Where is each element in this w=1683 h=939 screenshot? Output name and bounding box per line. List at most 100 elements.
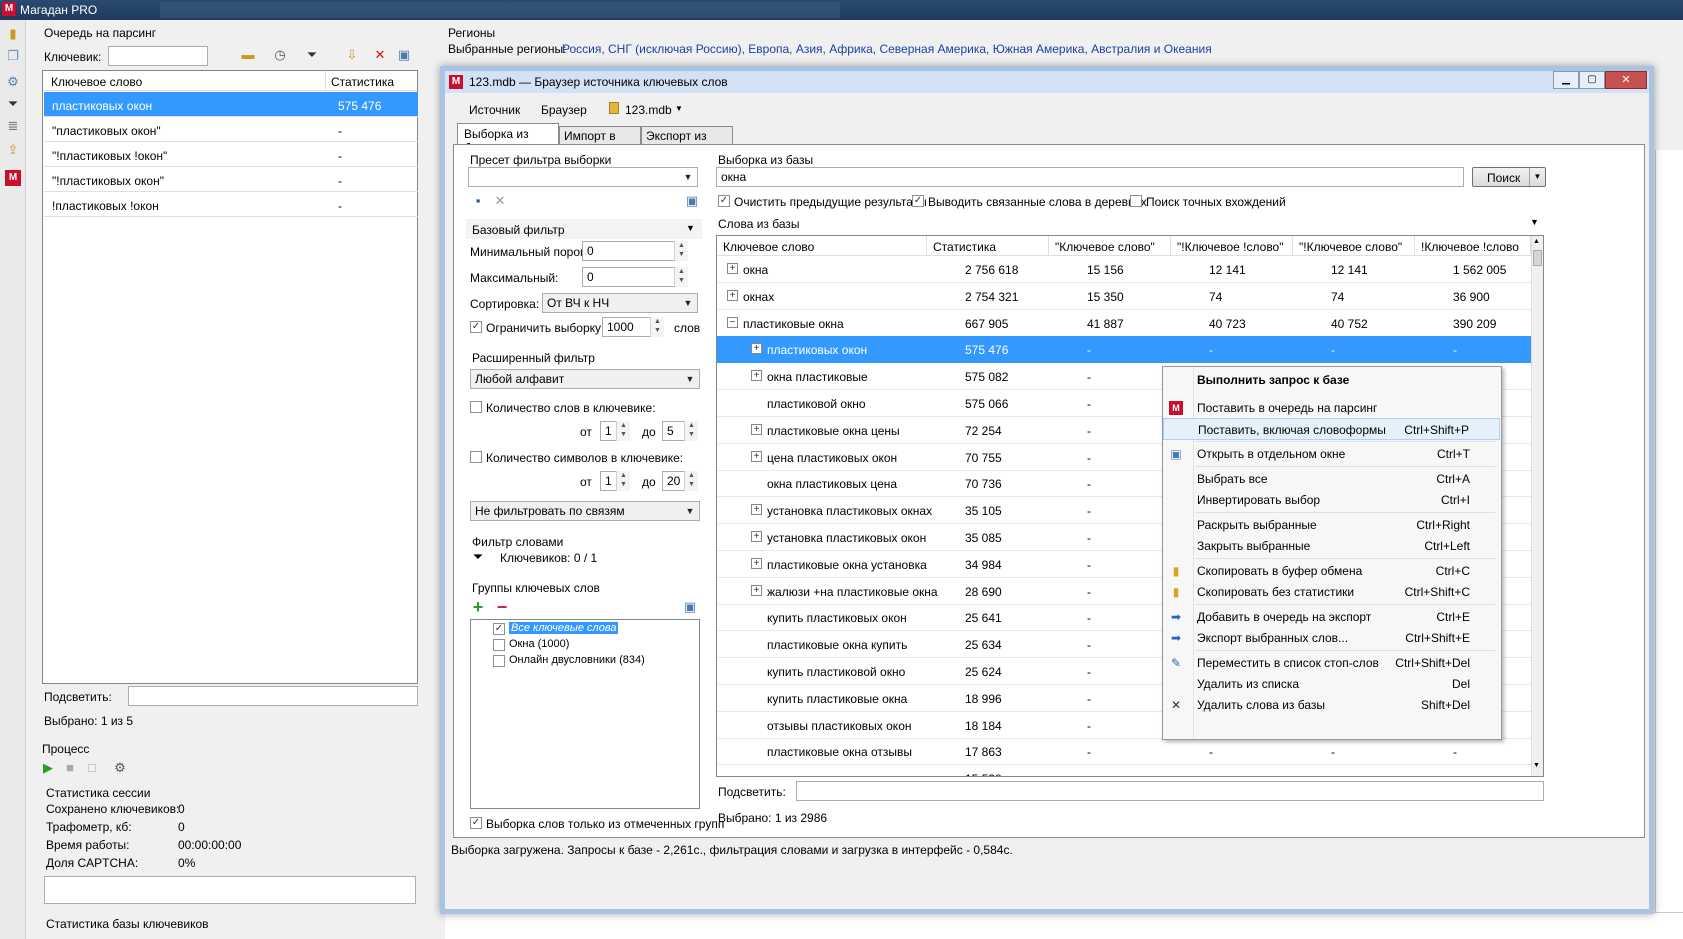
- regions-selected-link[interactable]: Россия, СНГ (исключая Россию), Европа, А…: [562, 42, 1212, 56]
- highlight-input[interactable]: [128, 686, 418, 706]
- menu-item[interactable]: M Поставить в очередь на парсинг: [1163, 397, 1500, 419]
- add-group-icon[interactable]: +: [470, 598, 486, 616]
- expand-icon[interactable]: +: [751, 423, 762, 435]
- queue-row[interactable]: !пластиковых !окон -: [44, 192, 418, 217]
- scroll-thumb[interactable]: [1533, 250, 1542, 266]
- opt-tree-checkbox[interactable]: ✓: [912, 195, 924, 207]
- grid-col-excl-plain[interactable]: !Ключевое !слово: [1415, 236, 1531, 256]
- tab-select-from-db[interactable]: Выборка из базы: [457, 123, 559, 155]
- magadan-icon[interactable]: M: [5, 170, 21, 186]
- min-threshold-input[interactable]: 0: [582, 241, 688, 261]
- pause-icon[interactable]: ■: [62, 760, 78, 776]
- remove-group-icon[interactable]: −: [494, 598, 510, 616]
- grid-col-quoted[interactable]: "Ключевое слово": [1049, 236, 1171, 256]
- menu-source[interactable]: Источник: [469, 103, 520, 117]
- menu-item[interactable]: ➡ Экспорт выбранных слов... Ctrl+Shift+E: [1163, 627, 1500, 649]
- menu-db-file[interactable]: 123.mdb: [625, 103, 672, 117]
- maximize-button[interactable]: ▢: [1579, 71, 1605, 89]
- preset-combo[interactable]: ▼: [468, 167, 698, 187]
- expand-icon[interactable]: +: [751, 504, 762, 516]
- menu-browser[interactable]: Браузер: [541, 103, 587, 117]
- grid-row[interactable]: − пластиковые окна 667 905 41 887 40 723 40 7…: [717, 310, 1531, 337]
- settings-icon[interactable]: ⚙: [112, 760, 128, 776]
- menu-item[interactable]: ➡ Добавить в очередь на экспорт Ctrl+E: [1163, 606, 1500, 628]
- expand-icon[interactable]: +: [751, 531, 762, 542]
- grid-row[interactable]: пластиковые окна недорого 15 538 - - - -: [717, 765, 1531, 776]
- filter-icon[interactable]: ⏷: [5, 96, 21, 112]
- database-icon[interactable]: ≣: [5, 118, 21, 134]
- char-count-checkbox[interactable]: [470, 451, 482, 463]
- menu-item[interactable]: ✕ Удалить слова из базы Shift+Del: [1163, 694, 1500, 716]
- chars-to-spinner[interactable]: ▲ ▼: [684, 471, 698, 491]
- links-combo[interactable]: Не фильтровать по связям ▼: [470, 501, 700, 521]
- grid-row[interactable]: + окнах 2 754 321 15 350 74 74 36 900: [717, 283, 1531, 310]
- minimize-button[interactable]: ▁: [1553, 71, 1579, 89]
- play-icon[interactable]: ▶: [40, 760, 56, 776]
- scroll-up-icon[interactable]: ▲: [1533, 238, 1540, 245]
- groups-window-icon[interactable]: ▣: [682, 599, 698, 615]
- opt-exact-checkbox[interactable]: [1130, 195, 1142, 207]
- search-button[interactable]: Поиск ▼: [1472, 167, 1546, 187]
- menu-item[interactable]: Выбрать все Ctrl+A: [1163, 468, 1500, 490]
- alphabet-combo[interactable]: Любой алфавит ▼: [470, 369, 700, 389]
- grid-scrollbar[interactable]: ▲ ▼: [1531, 236, 1543, 776]
- tab-import[interactable]: Импорт в базу: [559, 126, 641, 157]
- import-icon[interactable]: ⇩: [344, 47, 360, 63]
- window-icon[interactable]: ▣: [396, 47, 412, 63]
- copy-icon[interactable]: ❐: [5, 48, 21, 64]
- group-checkbox[interactable]: [493, 639, 505, 651]
- grid-row[interactable]: + пластиковых окон 575 476 - - - -: [717, 336, 1531, 364]
- grid-row[interactable]: + окна 2 756 618 15 156 12 141 12 141 1 562 00…: [717, 256, 1531, 283]
- menu-item[interactable]: Удалить из списка Del: [1163, 673, 1500, 695]
- grid-col-excl-first[interactable]: "!Ключевое слово": [1293, 236, 1415, 256]
- grid-col-stat[interactable]: Статистика: [927, 236, 1049, 256]
- scroll-down-icon[interactable]: ▼: [1533, 762, 1540, 769]
- menu-item[interactable]: ✎ Переместить в список стоп-слов Ctrl+Shif…: [1163, 652, 1500, 674]
- expand-icon[interactable]: +: [727, 289, 738, 301]
- menu-item[interactable]: Поставить, включая словоформы Ctrl+Shift+…: [1163, 418, 1500, 440]
- chars-from-spinner[interactable]: ▲ ▼: [616, 471, 630, 491]
- save-icon[interactable]: ▪: [470, 193, 486, 209]
- menu-item[interactable]: Закрыть выбранные Ctrl+Left: [1163, 535, 1500, 557]
- queue-row[interactable]: "!пластиковых !окон" -: [44, 142, 418, 167]
- min-threshold-spinner[interactable]: ▲ ▼: [674, 241, 688, 261]
- sort-combo[interactable]: От ВЧ к НЧ ▼: [542, 293, 698, 313]
- funnel-icon[interactable]: ⏷: [470, 549, 486, 565]
- only-marked-checkbox[interactable]: ✓: [470, 817, 482, 829]
- col-stat[interactable]: Статистика: [331, 75, 394, 89]
- base-filter-header[interactable]: Базовый фильтр ▼: [466, 219, 702, 239]
- group-checkbox[interactable]: ✓: [493, 623, 505, 635]
- opt-clear-checkbox[interactable]: ✓: [718, 195, 730, 207]
- queue-row[interactable]: пластиковых окон 575 476: [44, 92, 418, 117]
- word-count-checkbox[interactable]: [470, 401, 482, 413]
- grid-col-excl-both[interactable]: "!Ключевое !слово": [1171, 236, 1293, 256]
- close-button[interactable]: ✕: [1605, 71, 1647, 89]
- expand-icon[interactable]: +: [751, 584, 762, 596]
- clear-preset-icon[interactable]: ✕: [492, 193, 508, 209]
- limit-spinner[interactable]: ▲ ▼: [650, 317, 664, 337]
- tools-icon[interactable]: ⚙: [5, 74, 21, 90]
- words-to-spinner[interactable]: ▲ ▼: [684, 421, 698, 441]
- delete-icon[interactable]: ✕: [372, 47, 388, 63]
- open-folder-icon[interactable]: ▬: [240, 47, 256, 63]
- menu-item[interactable]: Инвертировать выбор Ctrl+I: [1163, 489, 1500, 511]
- filter-dropdown-icon[interactable]: ⏷: [304, 47, 320, 63]
- clock-icon[interactable]: ◷: [272, 47, 288, 63]
- folder-icon[interactable]: ▮: [5, 26, 21, 42]
- expand-icon[interactable]: +: [751, 450, 762, 462]
- preset-window-icon[interactable]: ▣: [684, 193, 700, 209]
- stop-icon[interactable]: □: [84, 760, 100, 776]
- limit-checkbox[interactable]: ✓: [470, 321, 482, 333]
- col-keyword[interactable]: Ключевое слово: [51, 75, 142, 89]
- query-input[interactable]: окна: [716, 167, 1464, 187]
- words-from-db-header[interactable]: Слова из базы ▼: [716, 215, 1544, 233]
- expand-icon[interactable]: −: [727, 316, 738, 328]
- queue-row[interactable]: "!пластиковых окон" -: [44, 167, 418, 192]
- max-spinner[interactable]: ▲ ▼: [674, 267, 688, 287]
- grid-highlight-input[interactable]: [796, 781, 1544, 801]
- menu-item[interactable]: ▮ Скопировать без статистики Ctrl+Shift+C: [1163, 581, 1500, 603]
- tab-export[interactable]: Экспорт из базы: [641, 126, 733, 157]
- grid-row[interactable]: пластиковые окна отзывы 17 863 - - - -: [717, 738, 1531, 766]
- menu-item[interactable]: ▮ Скопировать в буфер обмена Ctrl+C: [1163, 560, 1500, 582]
- expand-icon[interactable]: +: [727, 263, 738, 274]
